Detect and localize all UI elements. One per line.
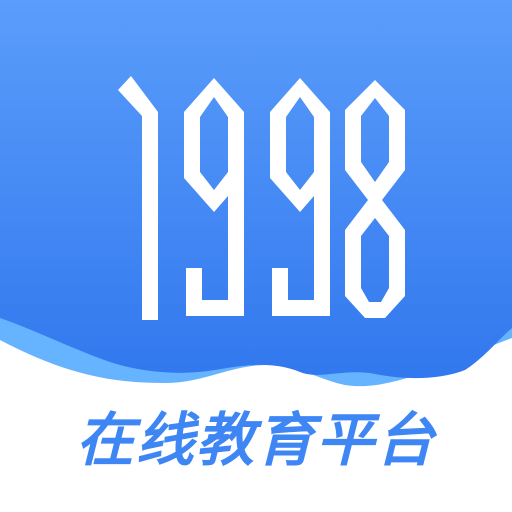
- slogan-text: 在线教育平台: [75, 406, 436, 474]
- logo-background: [0, 0, 512, 379]
- app-icon: 在线教育平台: [0, 0, 512, 512]
